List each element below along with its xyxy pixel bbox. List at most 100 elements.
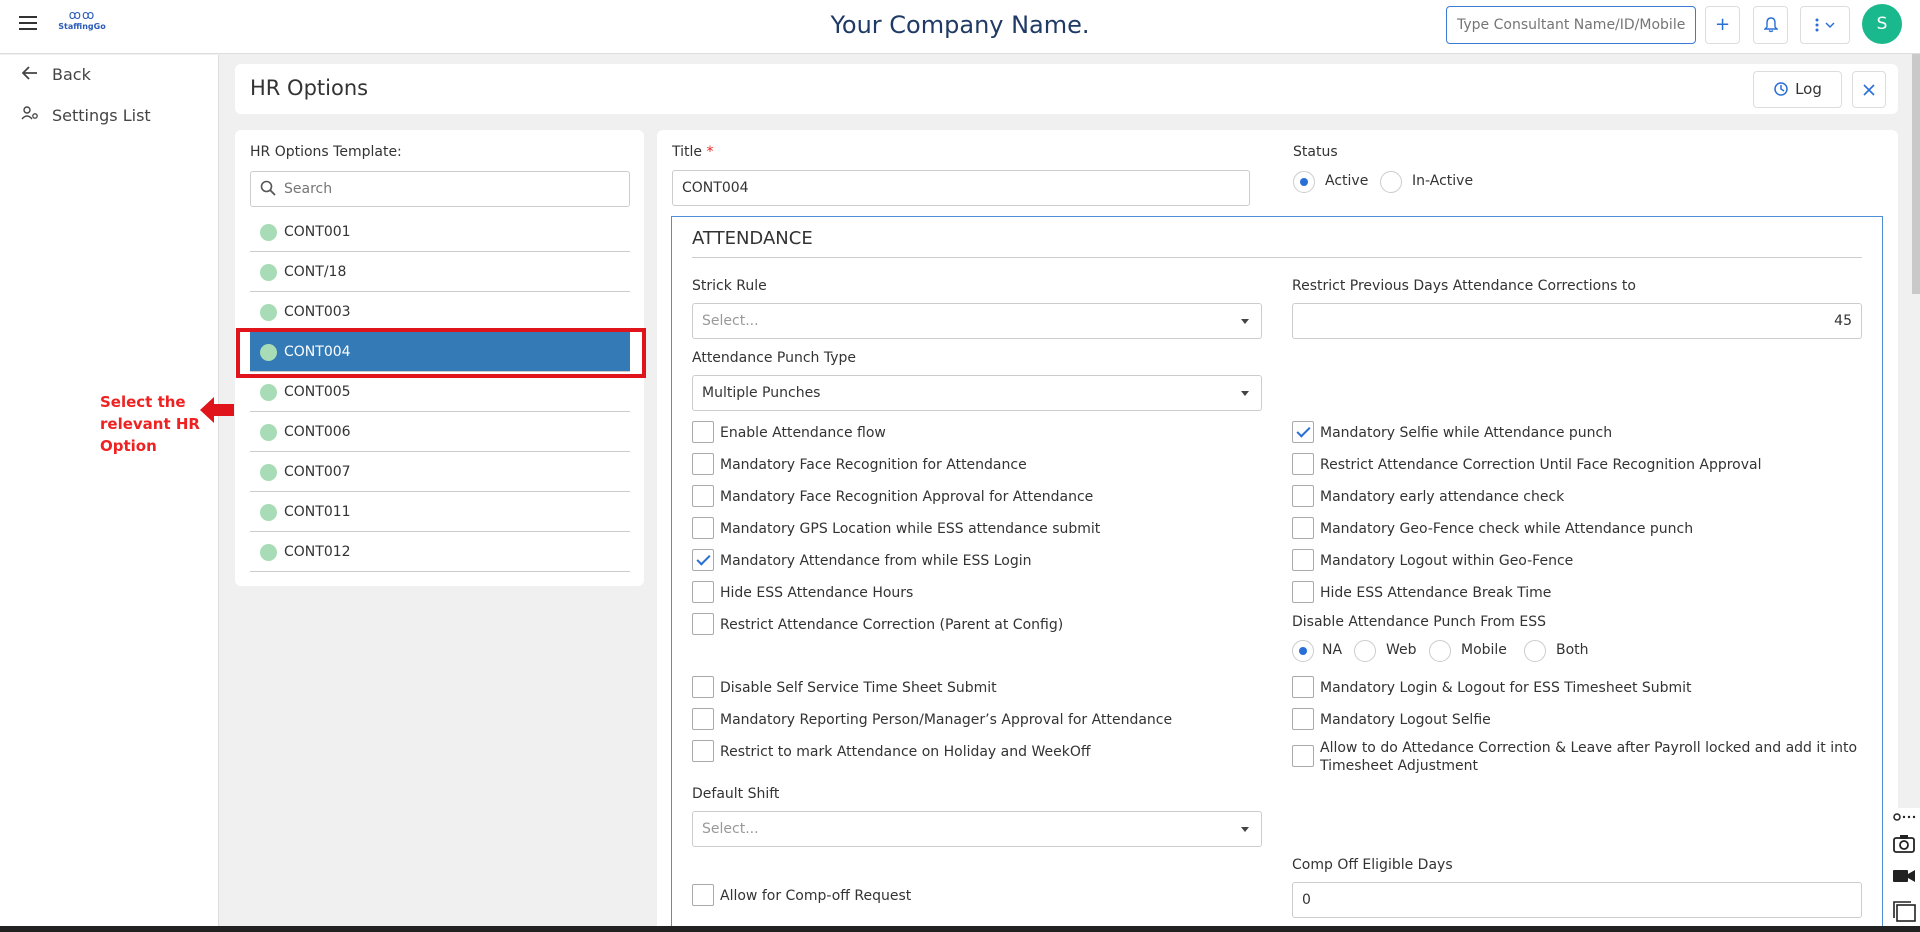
close-button[interactable] bbox=[1852, 71, 1886, 108]
template-list: CONT001 CONT/18 CONT003 CONT004 CONT005 … bbox=[250, 212, 630, 572]
checkbox-label: Enable Attendance flow bbox=[720, 425, 886, 441]
template-search bbox=[250, 171, 630, 207]
strick-rule-select[interactable]: Select... bbox=[692, 303, 1262, 339]
checkbox-label: Mandatory Logout within Geo-Fence bbox=[1320, 553, 1574, 569]
sidebar-item-settings-list[interactable]: Settings List bbox=[20, 102, 151, 130]
checkbox-label: Mandatory Login & Logout for ESS Timeshe… bbox=[1320, 680, 1692, 696]
manager-approval-checkbox[interactable] bbox=[692, 708, 714, 730]
punch-type-label: Attendance Punch Type bbox=[692, 350, 857, 366]
restrict-days-input[interactable]: 45 bbox=[1292, 303, 1862, 339]
sidebar-item-back[interactable]: Back bbox=[20, 61, 91, 89]
disable-timesheet-submit-checkbox[interactable] bbox=[692, 676, 714, 698]
checkbox-label: Restrict Attendance Correction (Parent a… bbox=[720, 617, 1064, 633]
disable-punch-both-radio[interactable] bbox=[1524, 640, 1546, 662]
template-item[interactable]: CONT005 bbox=[250, 372, 630, 412]
section-divider bbox=[692, 257, 1862, 258]
logout-selfie-checkbox[interactable] bbox=[1292, 708, 1314, 730]
caret-down-icon bbox=[1241, 391, 1249, 396]
notification-button[interactable] bbox=[1753, 6, 1788, 44]
hide-ess-hours-checkbox[interactable] bbox=[692, 581, 714, 603]
annotation-highlight-box bbox=[236, 328, 646, 378]
comp-off-days-label: Comp Off Eligible Days bbox=[1292, 857, 1453, 873]
disable-punch-na-radio[interactable] bbox=[1292, 640, 1314, 662]
radio-label: NA bbox=[1322, 642, 1343, 658]
scrollbar[interactable] bbox=[1912, 54, 1920, 294]
mandatory-selfie-checkbox[interactable] bbox=[1292, 421, 1314, 443]
sidebar: Back Settings List Select the relevant H… bbox=[0, 55, 234, 932]
early-attendance-check-checkbox[interactable] bbox=[1292, 485, 1314, 507]
template-item[interactable]: CONT007 bbox=[250, 452, 630, 492]
link-icon[interactable] bbox=[1892, 810, 1916, 824]
title-input[interactable]: CONT004 bbox=[672, 170, 1250, 206]
template-item-label: CONT/18 bbox=[284, 264, 347, 280]
camera-icon[interactable] bbox=[1892, 832, 1916, 854]
logo[interactable]: ꝏꝏ StaffingGo bbox=[56, 9, 108, 39]
template-item[interactable]: CONT011 bbox=[250, 492, 630, 532]
face-recognition-checkbox[interactable] bbox=[692, 453, 714, 475]
consultant-search-input[interactable] bbox=[1446, 6, 1696, 44]
punch-type-select[interactable]: Multiple Punches bbox=[692, 375, 1262, 411]
radio-label: Mobile bbox=[1461, 642, 1507, 658]
add-button[interactable]: + bbox=[1705, 6, 1740, 44]
disable-punch-web-radio[interactable] bbox=[1354, 640, 1376, 662]
gps-location-checkbox[interactable] bbox=[692, 517, 714, 539]
template-item-label: CONT001 bbox=[284, 224, 351, 240]
more-options-button[interactable] bbox=[1800, 6, 1850, 44]
logout-geo-fence-checkbox[interactable] bbox=[1292, 549, 1314, 571]
comp-off-request-checkbox[interactable] bbox=[692, 884, 714, 906]
checkbox-label: Restrict to mark Attendance on Holiday a… bbox=[720, 744, 1091, 760]
status-dot bbox=[260, 464, 277, 481]
checkbox-label: Mandatory Attendance from while ESS Logi… bbox=[720, 553, 1032, 569]
status-dot bbox=[260, 304, 277, 321]
strick-rule-label: Strick Rule bbox=[692, 278, 767, 294]
title-label: Title * bbox=[672, 144, 714, 160]
bell-icon bbox=[1762, 17, 1779, 33]
login-logout-timesheet-checkbox[interactable] bbox=[1292, 676, 1314, 698]
status-dot bbox=[260, 264, 277, 281]
hide-break-time-checkbox[interactable] bbox=[1292, 581, 1314, 603]
checkbox-label: Mandatory Selfie while Attendance punch bbox=[1320, 425, 1613, 441]
checkbox-label: Mandatory early attendance check bbox=[1320, 489, 1565, 505]
face-recognition-approval-checkbox[interactable] bbox=[692, 485, 714, 507]
back-arrow-icon bbox=[20, 61, 40, 89]
status-inactive-radio[interactable] bbox=[1380, 171, 1402, 193]
default-shift-select[interactable]: Select... bbox=[692, 811, 1262, 847]
status-inactive-label: In-Active bbox=[1412, 173, 1474, 189]
window-icon[interactable] bbox=[1892, 900, 1916, 922]
enable-attendance-flow-checkbox[interactable] bbox=[692, 421, 714, 443]
status-active-radio[interactable] bbox=[1293, 171, 1315, 193]
hamburger-menu-icon[interactable] bbox=[19, 16, 37, 30]
video-icon[interactable] bbox=[1892, 865, 1916, 887]
restrict-days-label: Restrict Previous Days Attendance Correc… bbox=[1292, 278, 1636, 294]
template-item[interactable]: CONT003 bbox=[250, 292, 630, 332]
disable-punch-mobile-radio[interactable] bbox=[1429, 640, 1451, 662]
template-item[interactable]: CONT/18 bbox=[250, 252, 630, 292]
checkbox-label: Disable Self Service Time Sheet Submit bbox=[720, 680, 997, 696]
template-search-input[interactable] bbox=[284, 172, 624, 206]
logo-mark-icon: ꝏꝏ bbox=[68, 8, 96, 22]
comp-off-days-input[interactable]: 0 bbox=[1292, 882, 1862, 918]
restrict-correction-checkbox[interactable] bbox=[692, 613, 714, 635]
checkbox-label: Mandatory Logout Selfie bbox=[1320, 712, 1491, 728]
kebab-chevron-icon bbox=[1815, 18, 1835, 32]
bottom-bar bbox=[0, 926, 1920, 932]
geo-fence-check-checkbox[interactable] bbox=[1292, 517, 1314, 539]
avatar[interactable]: S bbox=[1862, 4, 1902, 44]
log-button[interactable]: Log bbox=[1753, 71, 1842, 108]
close-icon bbox=[1863, 84, 1875, 96]
template-item[interactable]: CONT006 bbox=[250, 412, 630, 452]
attendance-ess-login-checkbox[interactable] bbox=[692, 549, 714, 571]
template-item[interactable]: CONT012 bbox=[250, 532, 630, 572]
select-placeholder: Select... bbox=[702, 821, 759, 837]
checkbox-label: Mandatory Face Recognition Approval for … bbox=[720, 489, 1094, 505]
disable-punch-label: Disable Attendance Punch From ESS bbox=[1292, 614, 1546, 630]
correction-after-payroll-checkbox[interactable] bbox=[1292, 745, 1314, 767]
select-value: Multiple Punches bbox=[702, 385, 821, 401]
default-shift-label: Default Shift bbox=[692, 786, 780, 802]
restrict-holiday-checkbox[interactable] bbox=[692, 740, 714, 762]
checkbox-label: Allow for Comp-off Request bbox=[720, 888, 912, 904]
logo-text: StaffingGo bbox=[58, 22, 106, 31]
page-header: HR Options Log bbox=[235, 64, 1898, 114]
restrict-until-face-approval-checkbox[interactable] bbox=[1292, 453, 1314, 475]
template-item[interactable]: CONT001 bbox=[250, 212, 630, 252]
